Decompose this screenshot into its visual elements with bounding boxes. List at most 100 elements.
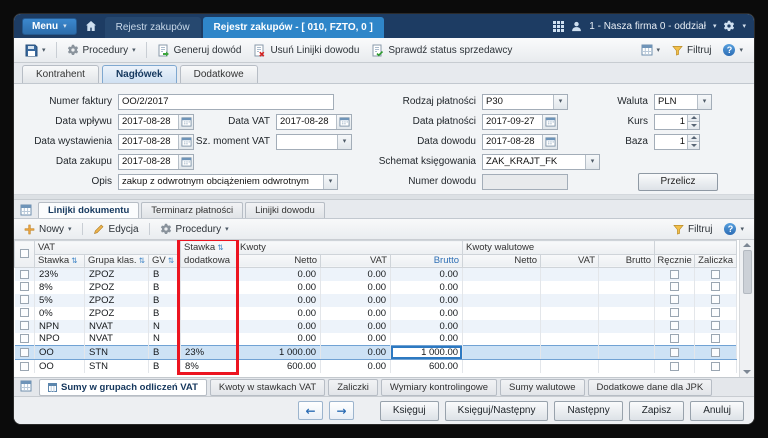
cell[interactable]: B [148,306,182,320]
cell[interactable]: OO [34,345,85,360]
cell[interactable]: 0.00 [236,293,322,307]
cell[interactable]: 0.00 [236,267,322,281]
vertical-scrollbar[interactable] [739,240,754,377]
cell[interactable] [462,280,542,294]
data-zakupu-input[interactable]: 2017-08-28 [118,153,194,170]
cell[interactable] [598,345,656,360]
layout-options-button[interactable] [636,42,666,58]
tab-dodatkowe-dane-jpk[interactable]: Dodatkowe dane dla JPK [587,378,713,396]
titlebar-tab-document[interactable]: Rejestr zakupów - [ 010, FZTO, 0 ] [202,17,384,38]
column-header-recznie[interactable]: Ręcznie [654,253,696,268]
cell[interactable]: 600.00 [390,359,464,373]
cell[interactable]: B [148,345,182,360]
cell[interactable]: ZPOZ [84,280,149,294]
tab-dodatkowe[interactable]: Dodatkowe [179,65,258,83]
cell[interactable]: STN [84,359,149,373]
cell[interactable]: 0.00 [390,319,464,333]
cell[interactable]: 0.00 [390,306,464,320]
cell[interactable]: 8% [180,359,238,373]
ksieguj-nastepny-button[interactable]: Księguj/Następny [444,400,549,421]
table-row[interactable]: 0% ZPOZ B 0.00 0.00 0.00 [14,306,738,320]
cell[interactable] [462,306,542,320]
calendar-icon[interactable] [178,154,193,169]
cell[interactable]: 0.00 [390,267,464,281]
cell[interactable] [462,359,542,373]
cell[interactable] [598,267,656,281]
row-select-checkbox[interactable] [14,267,35,281]
cell[interactable]: NVAT [84,332,149,346]
numer-faktury-input[interactable]: OO/2/2017 [118,93,334,110]
zaliczka-checkbox[interactable] [694,319,738,333]
cell[interactable]: 0.00 [320,293,392,307]
table-row[interactable]: OO STN B 23% 1 000.00 0.00 1 000.00 [14,345,738,360]
titlebar-tab-registry[interactable]: Rejestr zakupów [104,17,201,38]
cell[interactable] [598,359,656,373]
settings-gear-icon[interactable] [723,20,735,32]
przelicz-button[interactable]: Przelicz [638,172,718,191]
cell[interactable]: 23% [180,345,238,360]
cell[interactable]: 0.00 [320,280,392,294]
row-select-checkbox[interactable] [14,319,35,333]
chevron-down-icon[interactable] [585,154,599,169]
zaliczka-checkbox[interactable] [694,359,738,373]
anuluj-button[interactable]: Anuluj [690,400,744,421]
zaliczka-checkbox[interactable] [694,345,738,360]
calendar-icon[interactable] [542,134,557,149]
cell[interactable] [598,306,656,320]
column-header-vat[interactable]: VAT [320,253,392,268]
filtruj-button[interactable]: Filtruj [667,43,716,58]
table-row[interactable]: 8% ZPOZ B 0.00 0.00 0.00 [14,280,738,294]
apps-grid-icon[interactable] [553,20,565,32]
cell[interactable]: 0.00 [390,280,464,294]
zaliczka-checkbox[interactable] [694,280,738,294]
cell[interactable] [462,345,542,360]
cell[interactable] [180,319,238,333]
cell[interactable]: 1 000.00 [390,345,464,360]
kurs-stepper[interactable]: 1 [654,113,700,130]
cell[interactable]: 0.00 [236,280,322,294]
nastepny-button[interactable]: Następny [554,400,623,421]
calendar-icon[interactable] [542,114,557,129]
data-vat-input[interactable]: 2017-08-28 [276,113,352,130]
row-select-checkbox[interactable] [14,345,35,360]
cell[interactable]: 0.00 [320,267,392,281]
chevron-down-icon[interactable] [697,94,711,109]
row-select-checkbox[interactable] [14,359,35,373]
tab-linijki-dokumentu[interactable]: Linijki dokumentu [38,202,140,218]
tab-sumy-w-grupach[interactable]: Sumy w grupach odliczeń VAT [39,378,207,396]
recznie-checkbox[interactable] [654,267,696,281]
sz-moment-vat-select[interactable] [276,133,352,150]
table-row[interactable]: 5% ZPOZ B 0.00 0.00 0.00 [14,293,738,307]
column-header-w-netto[interactable]: Netto [462,253,542,268]
column-header-gv[interactable]: GV [147,253,182,268]
cell[interactable]: NPN [34,319,85,333]
scroll-up-icon[interactable] [743,243,751,247]
spinner-arrows-icon[interactable] [687,114,699,129]
row-select-checkbox[interactable] [14,280,35,294]
column-header-grupa-klas[interactable]: Grupa klas. [84,253,149,268]
procedury-button[interactable]: Procedury [62,42,141,58]
data-wplywu-input[interactable]: 2017-08-28 [118,113,194,130]
zaliczka-checkbox[interactable] [694,332,738,346]
cell[interactable]: B [148,267,182,281]
cell[interactable]: ZPOZ [84,306,149,320]
data-wystawienia-input[interactable]: 2017-08-28 [118,133,194,150]
cell[interactable]: 0.00 [236,306,322,320]
home-icon[interactable] [85,20,97,32]
cell[interactable]: 5% [34,293,85,307]
table-row[interactable]: 23% ZPOZ B 0.00 0.00 0.00 [14,267,738,281]
cell[interactable] [598,319,656,333]
tab-terminarz-platnosci[interactable]: Terminarz płatności [141,202,244,218]
cell[interactable] [598,293,656,307]
chevron-down-icon[interactable] [323,174,337,189]
table-row[interactable]: NPN NVAT N 0.00 0.00 0.00 [14,319,738,333]
cell[interactable] [540,306,600,320]
cell[interactable] [462,293,542,307]
zaliczka-checkbox[interactable] [694,293,738,307]
generuj-dowod-button[interactable]: Generuj dowód [152,42,247,59]
cell[interactable]: 0.00 [320,359,392,373]
cell[interactable]: B [148,359,182,373]
tab-wymiary-kontrolingowe[interactable]: Wymiary kontrolingowe [380,378,498,396]
cell[interactable]: B [148,293,182,307]
edycja-button[interactable]: Edycja [88,221,144,237]
